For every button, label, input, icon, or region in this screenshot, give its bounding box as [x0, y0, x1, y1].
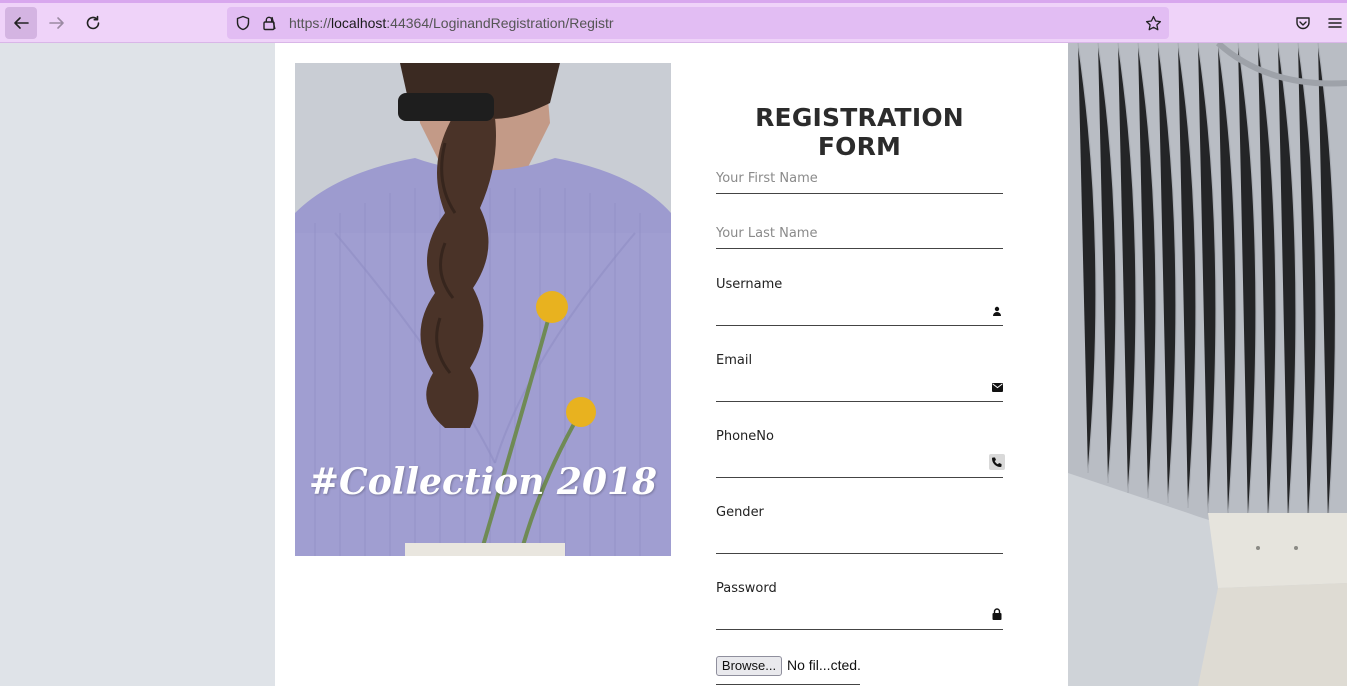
- password-label: Password: [716, 581, 777, 596]
- envelope-icon: [991, 381, 1003, 393]
- person-icon: [991, 305, 1003, 317]
- arrow-right-icon: [49, 17, 64, 29]
- form-title: REGISTRATION FORM: [755, 103, 964, 161]
- lock-icon[interactable]: [259, 7, 279, 39]
- gender-label: Gender: [716, 505, 764, 520]
- email-input[interactable]: [716, 375, 1003, 402]
- password-input[interactable]: [716, 603, 1003, 630]
- registration-card: #Collection 2018 REGISTRATION FORM Your …: [275, 43, 1068, 686]
- last-name-field[interactable]: Your Last Name: [716, 222, 1003, 249]
- pocket-icon: [1296, 17, 1310, 30]
- menu-button[interactable]: [1323, 7, 1347, 39]
- browser-toolbar: https://localhost:44364/LoginandRegistra…: [0, 0, 1347, 43]
- sweater-photo: [1068, 43, 1347, 686]
- url-path: :44364/LoginandRegistration/Registr: [386, 15, 614, 31]
- phone-label: PhoneNo: [716, 429, 774, 444]
- promo-caption: #Collection 2018: [308, 461, 658, 503]
- browse-button[interactable]: Browse...: [716, 656, 782, 676]
- pocket-button[interactable]: [1287, 7, 1319, 39]
- promo-image: #Collection 2018: [295, 63, 671, 556]
- last-name-placeholder: Your Last Name: [716, 226, 818, 241]
- username-input[interactable]: [716, 299, 1003, 326]
- page-background-left: [0, 43, 275, 686]
- file-status: No fil...cted.: [787, 657, 861, 673]
- forward-button[interactable]: [41, 7, 73, 39]
- url-text[interactable]: https://localhost:44364/LoginandRegistra…: [289, 15, 614, 31]
- star-icon[interactable]: [1143, 7, 1163, 39]
- email-label: Email: [716, 353, 753, 368]
- lock-icon: [991, 608, 1003, 620]
- reload-button[interactable]: [77, 7, 109, 39]
- phone-icon: [989, 454, 1005, 470]
- username-label: Username: [716, 277, 783, 292]
- file-upload[interactable]: Browse... No fil...cted.: [716, 655, 861, 685]
- address-bar[interactable]: https://localhost:44364/LoginandRegistra…: [227, 7, 1169, 39]
- gender-input[interactable]: [716, 527, 1003, 554]
- url-scheme: https://: [289, 15, 332, 31]
- first-name-placeholder: Your First Name: [716, 171, 818, 186]
- reload-icon: [86, 15, 100, 30]
- arrow-left-icon: [14, 17, 29, 29]
- background-image-right: [1068, 43, 1347, 686]
- back-button[interactable]: [5, 7, 37, 39]
- tracking-shield-icon[interactable]: [233, 7, 253, 39]
- url-host: localhost: [331, 15, 387, 31]
- phone-input[interactable]: [716, 451, 1005, 478]
- first-name-field[interactable]: Your First Name: [716, 167, 1003, 194]
- hamburger-menu-icon: [1328, 18, 1342, 28]
